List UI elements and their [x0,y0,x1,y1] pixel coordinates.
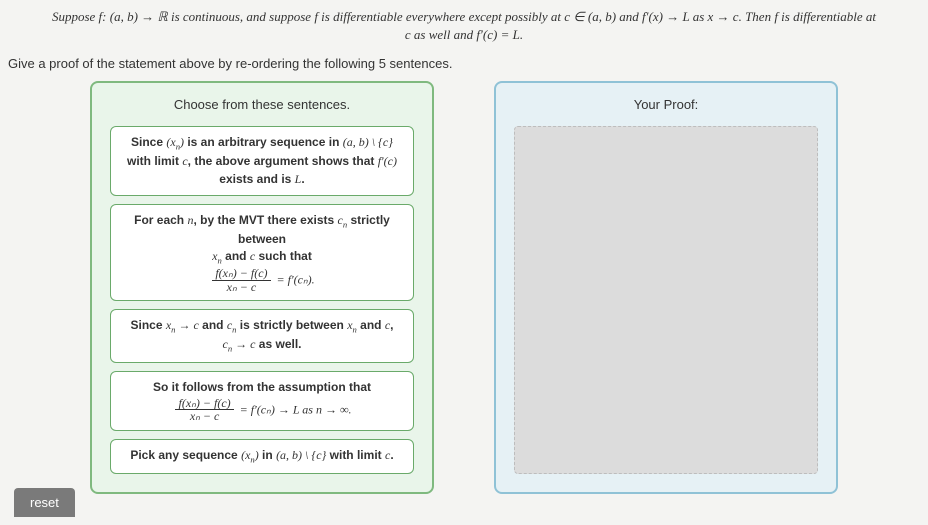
target-panel-title: Your Proof: [514,97,818,112]
instruction-text: Give a proof of the statement above by r… [0,48,928,81]
problem-line-1: Suppose f: (a, b) → ℝ is continuous, and… [52,9,876,24]
problem-line-2: c as well and f′(c) = L. [405,27,523,42]
source-panel: Choose from these sentences. Since (xn) … [90,81,434,493]
problem-statement: Suppose f: (a, b) → ℝ is continuous, and… [0,0,928,48]
proof-columns: Choose from these sentences. Since (xn) … [0,81,928,493]
target-panel: Your Proof: [494,81,838,493]
reset-button[interactable]: reset [14,488,75,517]
sentence-card[interactable]: So it follows from the assumption that f… [110,371,414,431]
proof-dropzone[interactable] [514,126,818,473]
sentence-card[interactable]: Since xn → c and cn is strictly between … [110,309,414,363]
sentence-card[interactable]: Since (xn) is an arbitrary sequence in (… [110,126,414,196]
sentence-card[interactable]: Pick any sequence (xn) in (a, b) \ {c} w… [110,439,414,474]
source-panel-title: Choose from these sentences. [110,97,414,112]
sentence-card[interactable]: For each n, by the MVT there exists cn s… [110,204,414,301]
